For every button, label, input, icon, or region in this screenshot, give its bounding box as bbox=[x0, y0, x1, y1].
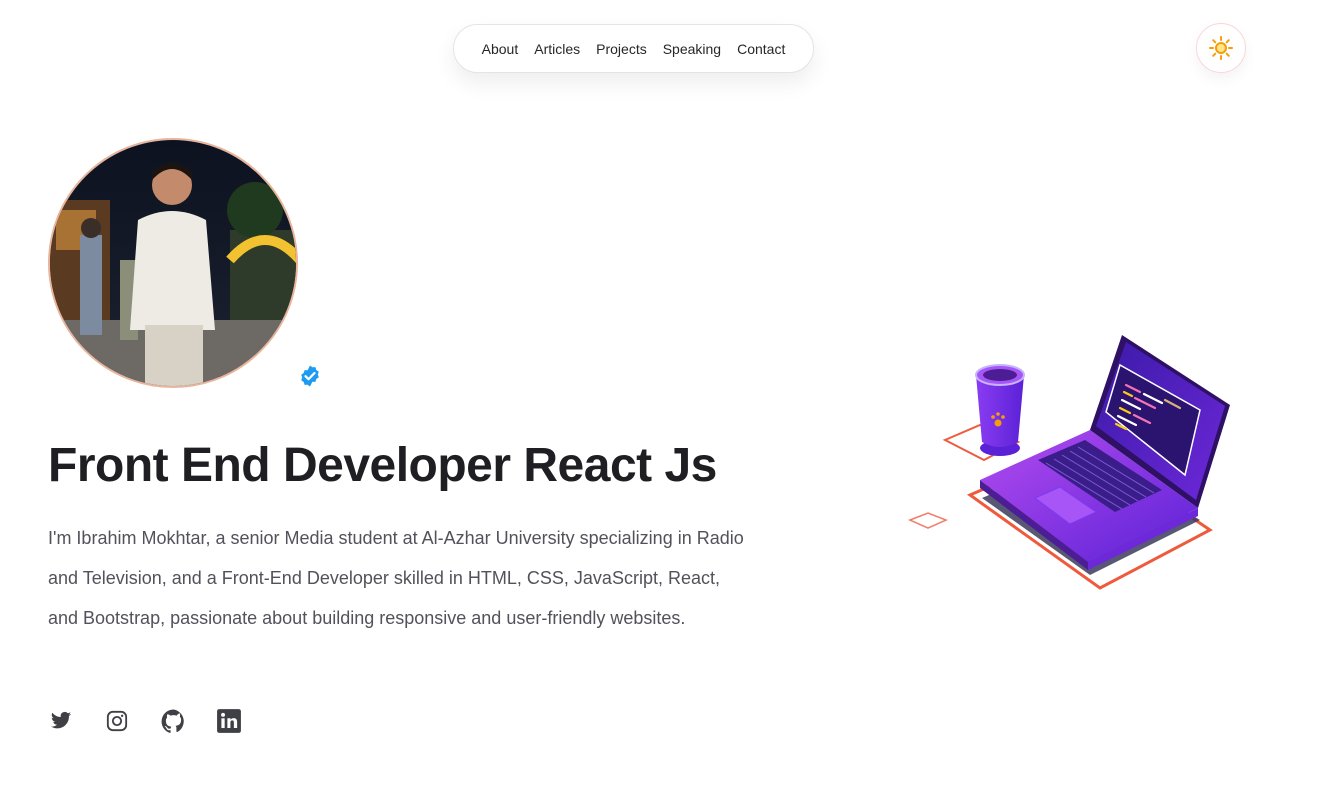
linkedin-link[interactable] bbox=[216, 708, 242, 734]
twitter-link[interactable] bbox=[48, 708, 74, 734]
nav-contact[interactable]: Contact bbox=[737, 41, 785, 57]
nav-projects[interactable]: Projects bbox=[596, 41, 647, 57]
nav-speaking[interactable]: Speaking bbox=[663, 41, 721, 57]
github-link[interactable] bbox=[160, 708, 186, 734]
laptop-illustration bbox=[908, 335, 1230, 590]
instagram-link[interactable] bbox=[104, 708, 130, 734]
page-title: Front End Developer React Js bbox=[48, 439, 717, 492]
theme-toggle-button[interactable] bbox=[1196, 23, 1246, 73]
sun-icon bbox=[1209, 36, 1233, 60]
nav-about[interactable]: About bbox=[482, 41, 519, 57]
avatar bbox=[48, 138, 298, 388]
social-links bbox=[48, 708, 242, 734]
bio-text: I'm Ibrahim Mokhtar, a senior Media stud… bbox=[48, 528, 744, 628]
linkedin-icon bbox=[217, 709, 241, 733]
verified-badge-icon bbox=[301, 365, 319, 387]
profile-photo bbox=[50, 140, 296, 386]
twitter-icon bbox=[50, 711, 72, 729]
instagram-icon bbox=[106, 710, 128, 732]
top-nav: About Articles Projects Speaking Contact bbox=[453, 24, 814, 73]
nav-articles[interactable]: Articles bbox=[534, 41, 580, 57]
page: About Articles Projects Speaking Contact bbox=[0, 0, 1317, 802]
github-icon bbox=[161, 709, 184, 733]
